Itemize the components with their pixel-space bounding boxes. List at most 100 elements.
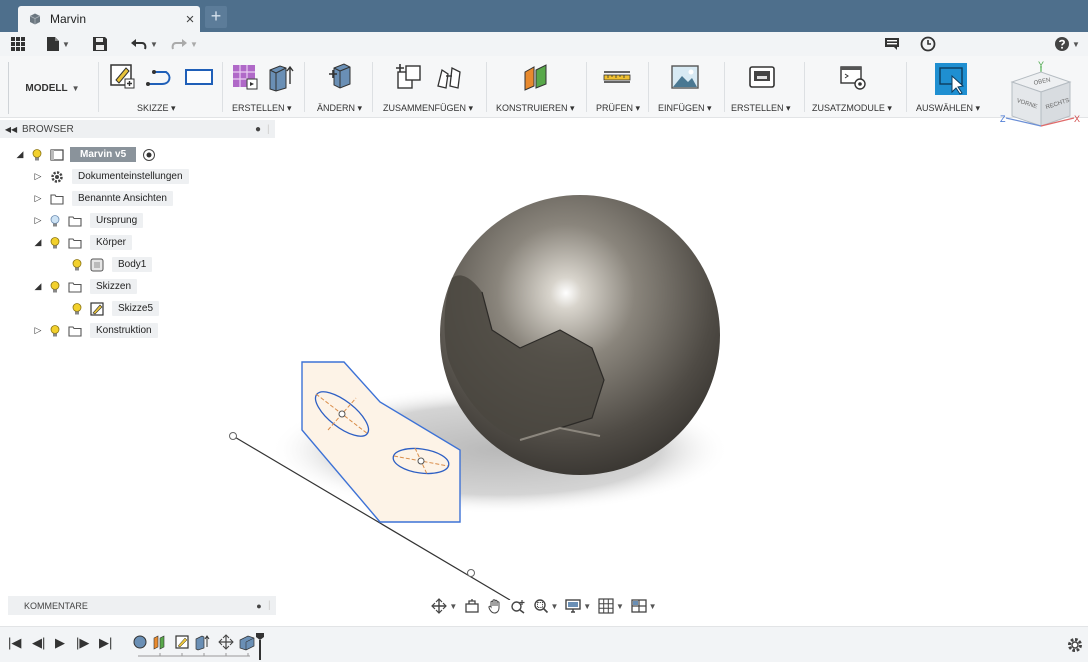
lightbulb-off-icon[interactable] (48, 214, 62, 228)
viewport-canvas[interactable] (220, 180, 740, 600)
close-tab-icon[interactable]: × (180, 11, 200, 28)
viewports-button[interactable]: ▼ (631, 598, 657, 614)
play-icon[interactable]: ▶ (55, 635, 65, 651)
modify-menu[interactable]: ÄNDERN ▾ (317, 103, 362, 114)
lightbulb-icon[interactable] (48, 280, 62, 294)
tree-node-body1[interactable]: Body1 (54, 256, 153, 273)
construct-menu[interactable]: KONSTRUIEREN ▾ (496, 103, 575, 114)
new-tab-button[interactable]: + (205, 6, 227, 28)
gear-icon[interactable] (1066, 636, 1084, 654)
select-icon[interactable] (934, 62, 968, 96)
lightbulb-icon[interactable] (48, 236, 62, 250)
expand-triangle-icon[interactable]: ▷ (32, 193, 44, 204)
resize-handle[interactable]: | (267, 124, 275, 135)
measure-icon[interactable] (602, 62, 632, 92)
expand-triangle-icon[interactable]: ▷ (32, 215, 44, 226)
timeline-plane-icon[interactable] (153, 635, 165, 650)
create-sketch-icon[interactable] (108, 62, 136, 90)
collapse-panel-icon[interactable]: ◀◀ (0, 125, 22, 134)
collapse-triangle-icon[interactable]: ◢ (32, 281, 44, 292)
resize-handle[interactable]: | (268, 600, 276, 611)
addins-menu[interactable]: ZUSATZMODULE ▾ (812, 103, 892, 114)
grid-settings-button[interactable]: ▼ (598, 598, 624, 614)
lightbulb-icon[interactable] (30, 148, 44, 162)
sketch-profile[interactable] (301, 361, 461, 523)
pan-button[interactable] (487, 598, 503, 614)
viewcube[interactable]: Y OBEN VORNE RECHTS Z X (998, 60, 1084, 140)
tree-node-bodies[interactable]: ◢ Körper (32, 234, 133, 251)
tree-node-sketches[interactable]: ◢ Skizzen (32, 278, 138, 295)
undo-button[interactable]: ▼ (130, 34, 158, 54)
add-comment-icon[interactable]: ● (250, 601, 268, 611)
go-to-start-icon[interactable]: |◀ (8, 635, 21, 651)
timeline-marker-icon[interactable] (256, 633, 264, 660)
fit-button[interactable]: ▼ (533, 598, 558, 614)
workspace-mode-button[interactable]: MODELL ▼ (8, 62, 96, 114)
save-button[interactable] (92, 34, 108, 54)
app-menu-button[interactable] (10, 34, 26, 54)
tree-node-origin[interactable]: ▷ Ursprung (32, 212, 144, 229)
extrude-icon[interactable] (266, 62, 294, 92)
offset-plane-icon[interactable] (522, 62, 550, 92)
timeline-features[interactable] (130, 632, 270, 662)
viewport-nav-bar: ▼ ▼ ▼ ▼ ▼ (428, 596, 660, 616)
timeline-extrude-icon[interactable] (195, 635, 210, 651)
separator (586, 62, 587, 112)
new-component-icon[interactable] (394, 62, 424, 92)
rectangle-tool-icon[interactable] (184, 62, 214, 90)
redo-button[interactable]: ▼ (170, 34, 198, 54)
3d-print-icon[interactable] (747, 62, 777, 92)
collapse-triangle-icon[interactable]: ◢ (14, 149, 26, 160)
tree-node-document-settings[interactable]: ▷ Dokumenteinstellungen (32, 168, 189, 185)
lightbulb-icon[interactable] (70, 258, 84, 272)
tree-node-sketch5[interactable]: Skizze5 (54, 300, 160, 317)
select-menu[interactable]: AUSWÄHLEN ▾ (916, 103, 980, 114)
display-settings-button[interactable]: ▼ (565, 598, 591, 614)
inspect-menu[interactable]: PRÜFEN ▾ (596, 103, 640, 114)
tree-node-root[interactable]: ◢ Marvin v5 (14, 146, 156, 163)
look-at-button[interactable] (464, 598, 480, 614)
file-menu-button[interactable]: ▼ (46, 34, 70, 54)
step-back-icon[interactable]: ◀| (32, 635, 45, 651)
axis-endpoint[interactable] (467, 569, 475, 577)
insert-image-icon[interactable] (670, 62, 700, 92)
step-forward-icon[interactable]: |▶ (76, 635, 89, 651)
scripts-addins-icon[interactable] (838, 62, 868, 92)
joint-icon[interactable] (434, 62, 464, 92)
tree-node-named-views[interactable]: ▷ Benannte Ansichten (32, 190, 173, 207)
chevron-down-icon: ▼ (190, 39, 198, 49)
zoom-button[interactable] (510, 598, 526, 614)
sketch-center-point[interactable] (417, 457, 425, 465)
timeline-move-icon[interactable] (218, 634, 234, 650)
orbit-button[interactable]: ▼ (431, 598, 457, 614)
expand-triangle-icon[interactable]: ▷ (32, 171, 44, 182)
create-menu[interactable]: ERSTELLEN ▾ (232, 103, 292, 114)
history-button[interactable] (920, 34, 936, 54)
timeline-sketch-icon[interactable] (175, 635, 189, 649)
job-status-button[interactable] (884, 34, 900, 54)
lightbulb-icon[interactable] (70, 302, 84, 316)
timeline-split-icon[interactable] (239, 635, 255, 651)
pin-icon[interactable]: ● (249, 124, 267, 135)
activate-radio-icon[interactable] (142, 148, 156, 162)
sketch-center-point[interactable] (338, 410, 346, 418)
timeline-sphere-icon[interactable] (133, 635, 147, 649)
insert-menu[interactable]: EINFÜGEN ▾ (658, 103, 712, 114)
expand-triangle-icon[interactable]: ▷ (32, 325, 44, 336)
tree-node-construction[interactable]: ▷ Konstruktion (32, 322, 158, 339)
press-pull-icon[interactable] (326, 62, 354, 92)
make-menu[interactable]: ERSTELLEN ▾ (731, 103, 791, 114)
assemble-menu[interactable]: ZUSAMMENFÜGEN ▾ (383, 103, 473, 114)
chevron-down-icon: ▼ (1072, 39, 1080, 49)
chevron-down-icon: ▼ (583, 601, 592, 611)
collapse-triangle-icon[interactable]: ◢ (32, 237, 44, 248)
lightbulb-icon[interactable] (48, 324, 62, 338)
go-to-end-icon[interactable]: ▶| (99, 635, 112, 651)
comments-panel[interactable]: KOMMENTARE ● | (8, 596, 276, 615)
axis-endpoint[interactable] (229, 432, 237, 440)
line-tool-icon[interactable] (144, 62, 178, 90)
create-form-icon[interactable] (230, 62, 260, 92)
document-tab[interactable]: Marvin × (18, 6, 200, 32)
sketch-menu[interactable]: SKIZZE ▾ (137, 103, 176, 114)
help-button[interactable]: ▼ (1054, 34, 1080, 54)
